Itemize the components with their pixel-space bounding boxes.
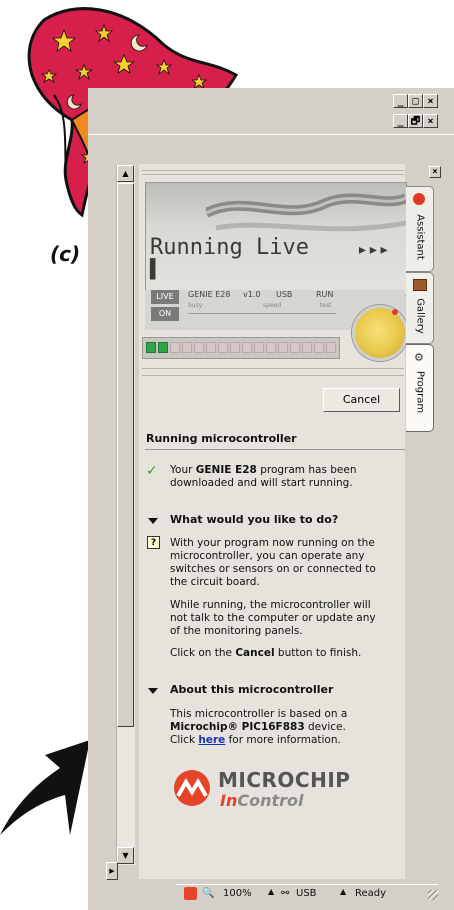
maximize-button[interactable]: □ (408, 94, 423, 108)
sub-label-busy: busy (188, 302, 203, 309)
ready-status: Ready (355, 888, 387, 899)
lcd-status-text: Running Live (150, 235, 309, 260)
checkmark-icon: ✓ (146, 463, 158, 479)
led-1 (146, 342, 156, 353)
speed-dial[interactable] (352, 305, 408, 361)
connection-label: USB (276, 290, 293, 299)
cable-graphic (206, 193, 406, 232)
arrow-illustration (0, 740, 90, 835)
figure-caption: (c) (50, 242, 81, 266)
scroll-right-arrow-icon[interactable]: ▶ (106, 862, 118, 880)
close-button[interactable]: × (423, 94, 438, 108)
connection-status[interactable]: USB (296, 884, 317, 904)
led-indicator-bar (142, 337, 340, 359)
version-label: v1.0 (243, 290, 261, 299)
led-6 (206, 342, 216, 353)
tab-assistant[interactable]: Assistant (406, 186, 434, 272)
led-2 (158, 342, 168, 353)
scroll-down-arrow-icon[interactable]: ▼ (117, 847, 134, 864)
zoom-dropdown-icon[interactable]: ▲ (268, 882, 274, 902)
tab-gallery[interactable]: Gallery (406, 272, 434, 344)
menu-divider (88, 134, 454, 135)
microchip-status-icon (184, 887, 197, 900)
usb-icon: ⚯ (281, 888, 290, 899)
gallery-box-icon (413, 279, 427, 291)
led-7 (218, 342, 228, 353)
led-3 (170, 342, 180, 353)
tab-program[interactable]: ⚙ Program (406, 344, 434, 432)
led-14 (302, 342, 312, 353)
led-9 (242, 342, 252, 353)
instructions-paragraph-1: With your program now running on the mic… (170, 537, 376, 588)
microchip-logo-icon (174, 770, 210, 806)
mode-label: RUN (316, 290, 334, 299)
led-15 (314, 342, 324, 353)
led-12 (278, 342, 288, 353)
about-paragraph: This microcontroller is based on a Micro… (170, 708, 348, 746)
vertical-scrollbar[interactable]: ▲ ▼ (116, 165, 135, 865)
led-10 (254, 342, 264, 353)
play-arrows-icon: ▸▸▸ (357, 239, 390, 260)
led-4 (182, 342, 192, 353)
sub-label-test: test (320, 302, 332, 309)
incontrol-logo-text: InControl (220, 791, 304, 810)
live-indicator: LIVE (151, 290, 179, 304)
zoom-icon[interactable]: 🔍 (202, 884, 214, 904)
collapse-arrow-icon[interactable] (148, 518, 158, 524)
connection-dropdown-icon[interactable]: ▲ (340, 882, 346, 902)
tab-assistant-label: Assistant (414, 214, 425, 261)
about-heading[interactable]: About this microcontroller (170, 683, 333, 696)
led-5 (194, 342, 204, 353)
panel-top-rule-2 (142, 174, 404, 175)
led-16 (326, 342, 336, 353)
title-underline (145, 449, 405, 450)
minimize-button[interactable]: _ (393, 94, 408, 108)
panel-rule-2 (142, 375, 404, 376)
on-indicator: ON (151, 307, 179, 321)
led-11 (266, 342, 276, 353)
tab-program-label: Program (414, 371, 425, 414)
doc-restore-button[interactable]: 🗗 (408, 114, 423, 128)
panel-close-button[interactable]: × (429, 166, 441, 178)
collapse-arrow-icon-2[interactable] (148, 688, 158, 694)
microchip-logo-text: MICROCHIP (218, 768, 351, 792)
led-8 (230, 342, 240, 353)
device-name-label: GENIE E28 (188, 290, 231, 299)
resize-grip-icon[interactable] (428, 890, 438, 900)
doc-close-button[interactable]: × (423, 114, 438, 128)
program-icon: ⚙ (414, 351, 424, 364)
panel-top-rule (142, 170, 404, 171)
tomato-icon (413, 193, 425, 205)
help-question-icon: ? (147, 536, 160, 549)
scrollbar-thumb[interactable] (117, 183, 134, 727)
section-title: Running microcontroller (146, 432, 297, 445)
sub-label-speed: speed (263, 302, 282, 309)
instructions-paragraph-3: Click on the Cancel button to finish. (170, 647, 362, 659)
scroll-up-arrow-icon[interactable]: ▲ (117, 165, 134, 182)
dial-indicator-dot (392, 309, 398, 315)
status-slider-track (188, 313, 336, 314)
more-info-link[interactable]: here (198, 734, 225, 746)
instructions-paragraph-2: While running, the microcontroller will … (170, 599, 376, 637)
cancel-button[interactable]: Cancel (323, 388, 400, 412)
zoom-level[interactable]: 100% (223, 884, 252, 904)
tab-gallery-label: Gallery (414, 298, 425, 335)
panel-rule-1 (142, 368, 404, 369)
led-13 (290, 342, 300, 353)
doc-minimize-button[interactable]: _ (393, 114, 408, 128)
what-to-do-heading[interactable]: What would you like to do? (170, 513, 338, 526)
lcd-cursor: ▌ (150, 259, 161, 280)
download-message: Your GENIE E28 program has been download… (170, 464, 357, 489)
